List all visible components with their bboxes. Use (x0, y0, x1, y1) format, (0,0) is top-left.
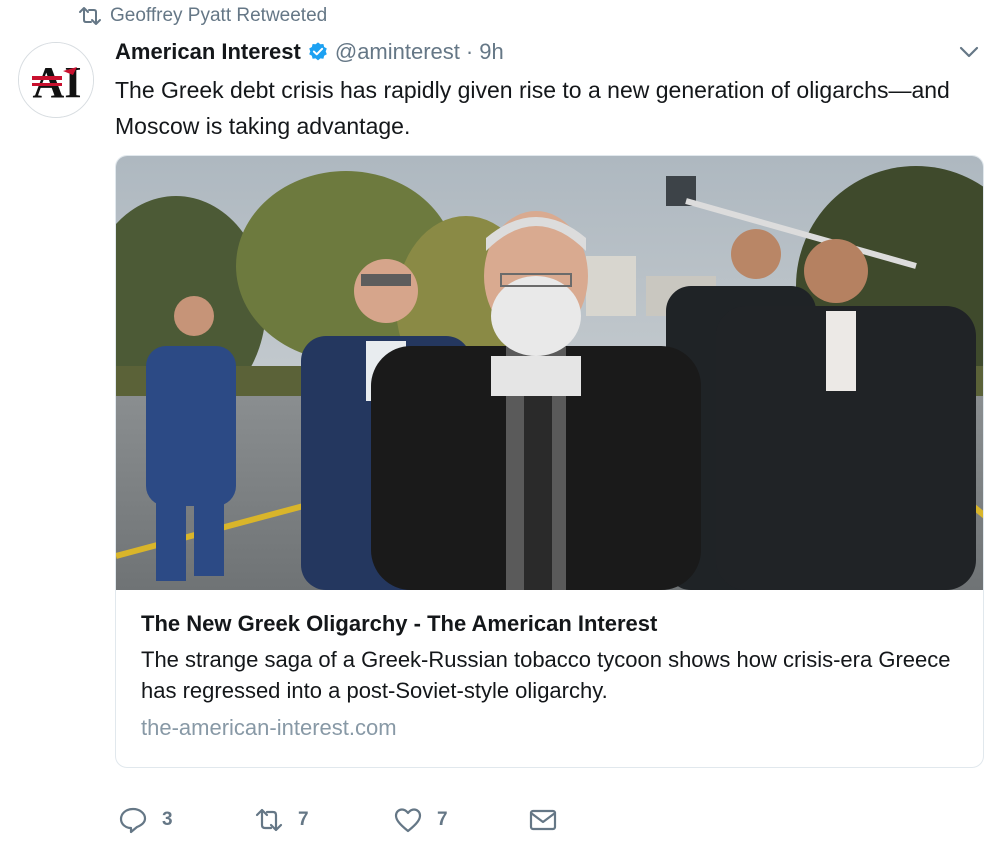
tweet-text: The Greek debt crisis has rapidly given … (115, 77, 950, 139)
chevron-down-icon[interactable] (958, 42, 980, 62)
avatar[interactable]: AI (18, 42, 94, 118)
card-domain[interactable]: the-american-interest.com (141, 710, 961, 746)
card-title[interactable]: The New Greek Oligarchy - The American I… (141, 606, 961, 642)
retweet-icon (255, 808, 283, 832)
tweet-actions: 3 7 7 (118, 800, 568, 840)
retweet-button[interactable]: 7 (254, 800, 309, 840)
american-interest-logo-icon: AI (19, 43, 93, 117)
link-card[interactable]: The New Greek Oligarchy - The American I… (115, 155, 984, 768)
separator-dot: · (465, 39, 474, 64)
retweet-icon (79, 7, 101, 25)
card-description: The strange saga of a Greek-Russian toba… (141, 647, 951, 703)
reply-icon (119, 807, 147, 834)
verified-badge-icon (309, 42, 327, 61)
timestamp[interactable]: 9h (479, 39, 503, 65)
retweet-count: 7 (298, 809, 309, 830)
retweeted-by-label[interactable]: Geoffrey Pyatt Retweeted (110, 5, 327, 27)
tweet-header: American Interest @aminterest · 9h (115, 37, 504, 67)
envelope-icon (529, 809, 557, 831)
card-body: The New Greek Oligarchy - The American I… (141, 606, 961, 746)
card-image (116, 156, 983, 590)
like-button[interactable]: 7 (393, 800, 448, 840)
reply-count: 3 (162, 809, 173, 830)
svg-text:AI: AI (33, 58, 82, 107)
like-count: 7 (437, 809, 448, 830)
retweet-context[interactable]: Geoffrey Pyatt Retweeted (78, 5, 327, 27)
direct-message-button[interactable] (528, 800, 558, 840)
heart-icon (394, 808, 422, 833)
handle[interactable]: @aminterest (335, 39, 460, 65)
reply-button[interactable]: 3 (118, 800, 173, 840)
display-name[interactable]: American Interest (115, 39, 301, 65)
